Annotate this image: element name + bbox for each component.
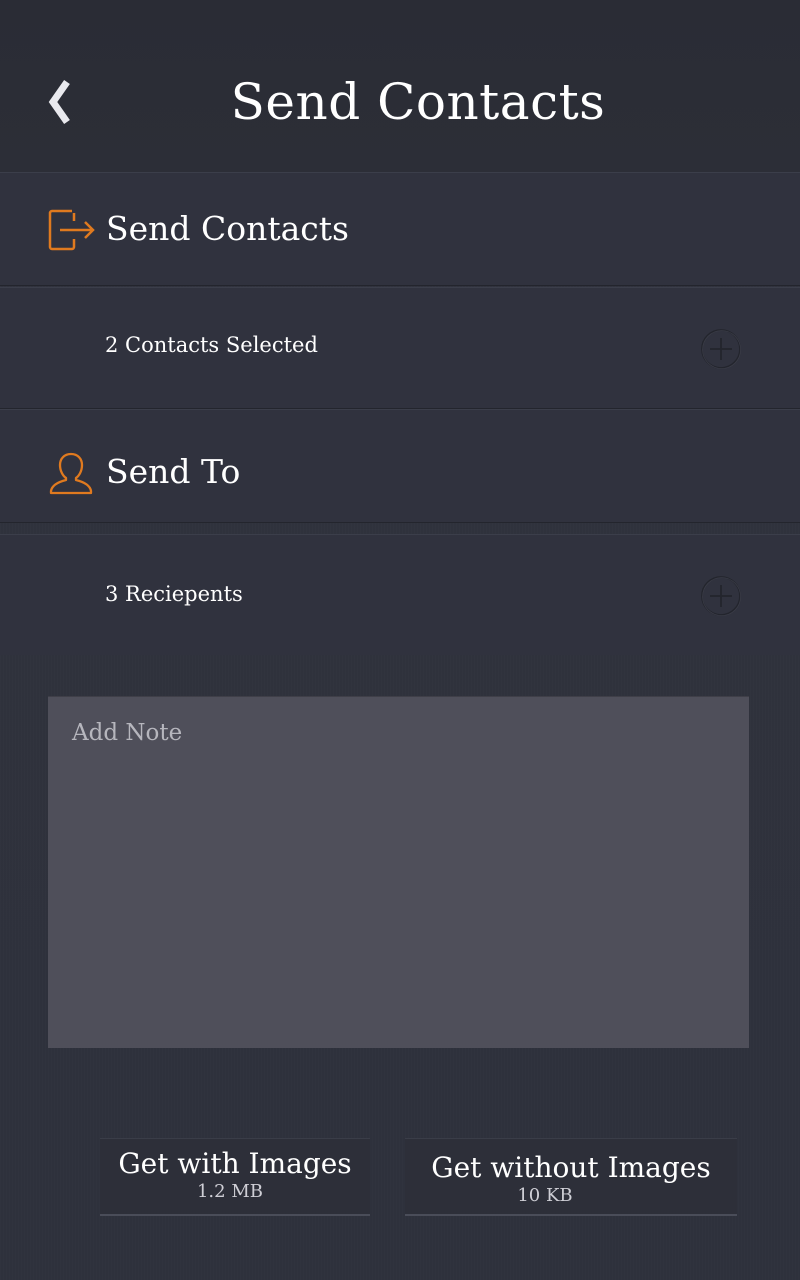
- contacts-selected-row[interactable]: 2 Contacts Selected: [0, 287, 800, 409]
- page-title: Send Contacts: [230, 73, 606, 131]
- send-contacts-screen: Send Contacts Send Contacts 2 Contacts S…: [0, 0, 800, 1280]
- top-bar: Send Contacts: [0, 0, 800, 173]
- section-header-send-to: Send To: [0, 409, 800, 523]
- recipients-label: 3 Reciepents: [105, 582, 243, 606]
- get-without-images-size: 10 KB: [517, 1185, 573, 1206]
- get-without-images-label: Get without Images: [431, 1151, 711, 1184]
- section-label-send-contacts: Send Contacts: [106, 209, 349, 248]
- user-icon: [49, 452, 93, 495]
- section-label-send-to: Send To: [106, 452, 241, 491]
- get-with-images-label: Get with Images: [118, 1147, 352, 1180]
- add-recipients-plus-circle-icon[interactable]: [700, 575, 742, 617]
- recipients-row[interactable]: 3 Reciepents: [0, 534, 800, 655]
- get-with-images-size: 1.2 MB: [196, 1181, 263, 1202]
- get-with-images-button[interactable]: Get with Images 1.2 MB: [100, 1138, 370, 1216]
- sign-out-icon: [48, 209, 95, 251]
- note-box: [48, 696, 749, 1048]
- add-contacts-plus-circle-icon[interactable]: [700, 328, 742, 370]
- get-without-images-button[interactable]: Get without Images 10 KB: [405, 1138, 737, 1216]
- section-header-send-contacts: Send Contacts: [0, 172, 800, 286]
- contacts-selected-label: 2 Contacts Selected: [105, 333, 318, 357]
- add-note-input[interactable]: [48, 696, 749, 1048]
